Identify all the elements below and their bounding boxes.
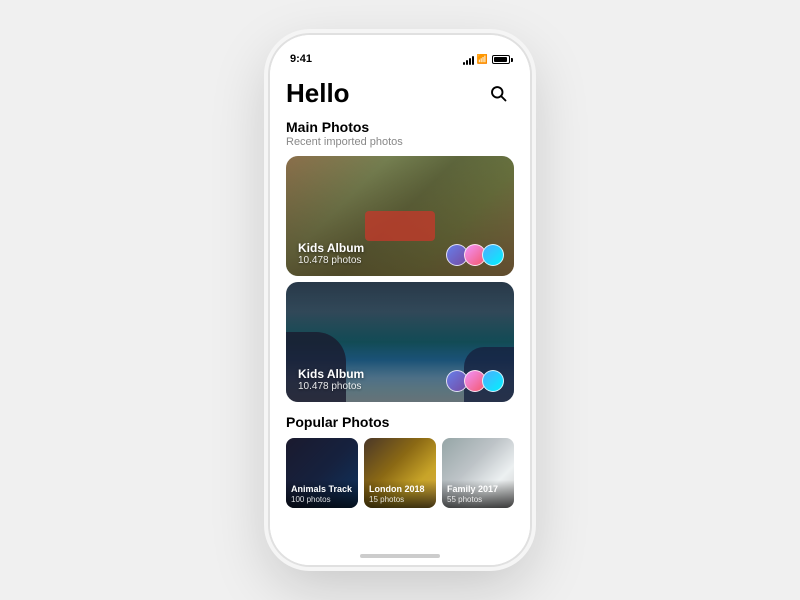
popular-count-3: 55 photos bbox=[447, 495, 509, 504]
status-time: 9:41 bbox=[290, 53, 312, 65]
album-count-1: 10.478 photos bbox=[298, 255, 364, 266]
main-section-title: Main Photos bbox=[286, 119, 514, 135]
battery-icon bbox=[492, 55, 510, 64]
avatar-6 bbox=[482, 370, 504, 392]
screen-content: Hello Main Photos Recent imported photos… bbox=[270, 69, 530, 547]
album-card-1[interactable]: Kids Album 10.478 photos bbox=[286, 156, 514, 276]
album-name-2: Kids Album bbox=[298, 367, 364, 381]
popular-count-1: 100 photos bbox=[291, 495, 353, 504]
popular-name-3: Family 2017 bbox=[447, 484, 509, 495]
popular-name-2: London 2018 bbox=[369, 484, 431, 495]
album-name-1: Kids Album bbox=[298, 241, 364, 255]
popular-item-3[interactable]: Family 2017 55 photos bbox=[442, 438, 514, 508]
album-card-2[interactable]: Kids Album 10.478 photos bbox=[286, 282, 514, 402]
album-info-2: Kids Album 10.478 photos bbox=[298, 367, 364, 392]
phone-shell: 9:41 📶 Hello bbox=[270, 35, 530, 565]
home-bar bbox=[360, 554, 440, 558]
home-indicator bbox=[270, 547, 530, 565]
popular-overlay-1: Animals Track 100 photos bbox=[286, 480, 358, 508]
notch bbox=[350, 35, 450, 57]
popular-count-2: 15 photos bbox=[369, 495, 431, 504]
popular-overlay-3: Family 2017 55 photos bbox=[442, 480, 514, 508]
popular-section: Popular Photos Animals Track 100 photos … bbox=[270, 408, 530, 518]
popular-title: Popular Photos bbox=[286, 414, 514, 430]
app-title: Hello bbox=[286, 78, 350, 109]
status-icons: 📶 bbox=[463, 54, 510, 65]
main-section-header: Main Photos Recent imported photos bbox=[270, 113, 530, 150]
popular-name-1: Animals Track bbox=[291, 484, 353, 495]
main-section-subtitle: Recent imported photos bbox=[286, 136, 514, 148]
avatar-3 bbox=[482, 244, 504, 266]
popular-item-1[interactable]: Animals Track 100 photos bbox=[286, 438, 358, 508]
search-button[interactable] bbox=[482, 77, 514, 109]
signal-icon bbox=[463, 55, 474, 65]
wifi-icon: 📶 bbox=[477, 54, 488, 65]
album-info-1: Kids Album 10.478 photos bbox=[298, 241, 364, 266]
wagon-decoration bbox=[365, 211, 435, 241]
album-avatars-1 bbox=[446, 244, 504, 266]
app-header: Hello bbox=[270, 69, 530, 113]
popular-item-2[interactable]: London 2018 15 photos bbox=[364, 438, 436, 508]
popular-grid: Animals Track 100 photos London 2018 15 … bbox=[286, 438, 514, 508]
album-count-2: 10.478 photos bbox=[298, 381, 364, 392]
album-avatars-2 bbox=[446, 370, 504, 392]
popular-overlay-2: London 2018 15 photos bbox=[364, 480, 436, 508]
